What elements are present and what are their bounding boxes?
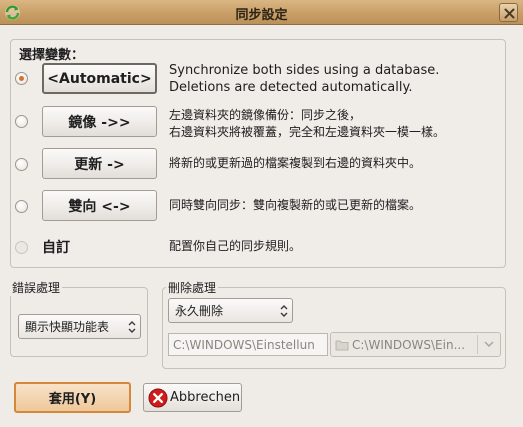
two-way-button[interactable]: 雙向 <-> xyxy=(42,190,157,221)
apply-button[interactable]: 套用(Y) xyxy=(14,382,131,413)
mirror-button[interactable]: 鏡像 ->> xyxy=(42,106,157,137)
cancel-x-icon xyxy=(148,388,168,407)
custom-label: 自訂 xyxy=(42,240,70,256)
automatic-button[interactable]: <Automatic> xyxy=(42,63,157,94)
radio-automatic[interactable] xyxy=(15,72,28,85)
update-description: 將新的或更新過的檔案複製到右邊的資料夾中。 xyxy=(169,156,422,170)
variant-group: 選擇變數： <Automatic> Synchronize both sides… xyxy=(10,39,506,268)
automatic-description: Synchronize both sides using a database.… xyxy=(169,63,440,95)
deletion-handling-title: 刪除處理 xyxy=(166,279,219,296)
mirror-button-label: 鏡像 ->> xyxy=(68,114,131,131)
close-icon xyxy=(504,8,515,19)
error-handling-title: 錯誤處理 xyxy=(10,279,63,296)
radio-custom[interactable] xyxy=(15,241,28,254)
custom-description: 配置你自己的同步規則。 xyxy=(169,239,302,253)
cancel-button[interactable]: Abbrechen xyxy=(143,383,242,412)
up-down-arrows-icon xyxy=(280,305,288,317)
update-button-label: 更新 -> xyxy=(74,156,125,173)
two-way-button-label: 雙向 <-> xyxy=(68,198,131,215)
error-handling-select[interactable]: 顯示快顯功能表 xyxy=(18,314,141,339)
deletion-path-select[interactable]: C:\WINDOWS\Ein... xyxy=(330,332,501,357)
cancel-button-label: Abbrechen xyxy=(170,390,241,405)
deletion-handling-value: 永久刪除 xyxy=(175,304,224,318)
variant-group-title: 選擇變數： xyxy=(19,48,85,63)
update-button[interactable]: 更新 -> xyxy=(42,148,157,179)
combo-separator xyxy=(477,335,478,354)
close-button[interactable] xyxy=(499,3,518,22)
mirror-description: 左邊資料夾的鏡像備份：同步之後， 右邊資料夾將被覆蓋，完全和左邊資料夾一模一樣。 xyxy=(169,108,446,139)
apply-button-label: 套用(Y) xyxy=(48,392,97,407)
folder-icon xyxy=(335,340,349,350)
chevron-down-icon xyxy=(484,341,494,347)
deletion-path-input[interactable]: C:\WINDOWS\Einstellun xyxy=(168,333,328,356)
deletion-handling-select[interactable]: 永久刪除 xyxy=(168,298,293,323)
up-down-arrows-icon xyxy=(128,321,136,333)
deletion-path-value: C:\WINDOWS\Einstellun xyxy=(173,337,315,352)
two-way-description: 同時雙向同步：雙向複製新的或已更新的檔案。 xyxy=(169,198,422,212)
sync-settings-dialog: 同步設定 選擇變數： <Automatic> Synchronize both … xyxy=(0,0,523,427)
radio-mirror[interactable] xyxy=(15,115,28,128)
title-bar[interactable]: 同步設定 xyxy=(0,0,523,25)
radio-update[interactable] xyxy=(15,158,28,171)
error-handling-value: 顯示快顯功能表 xyxy=(25,320,110,334)
window-title: 同步設定 xyxy=(235,8,288,23)
deletion-path-select-value: C:\WINDOWS\Ein... xyxy=(352,337,466,352)
automatic-button-label: <Automatic> xyxy=(47,70,152,87)
radio-two-way[interactable] xyxy=(15,200,28,213)
